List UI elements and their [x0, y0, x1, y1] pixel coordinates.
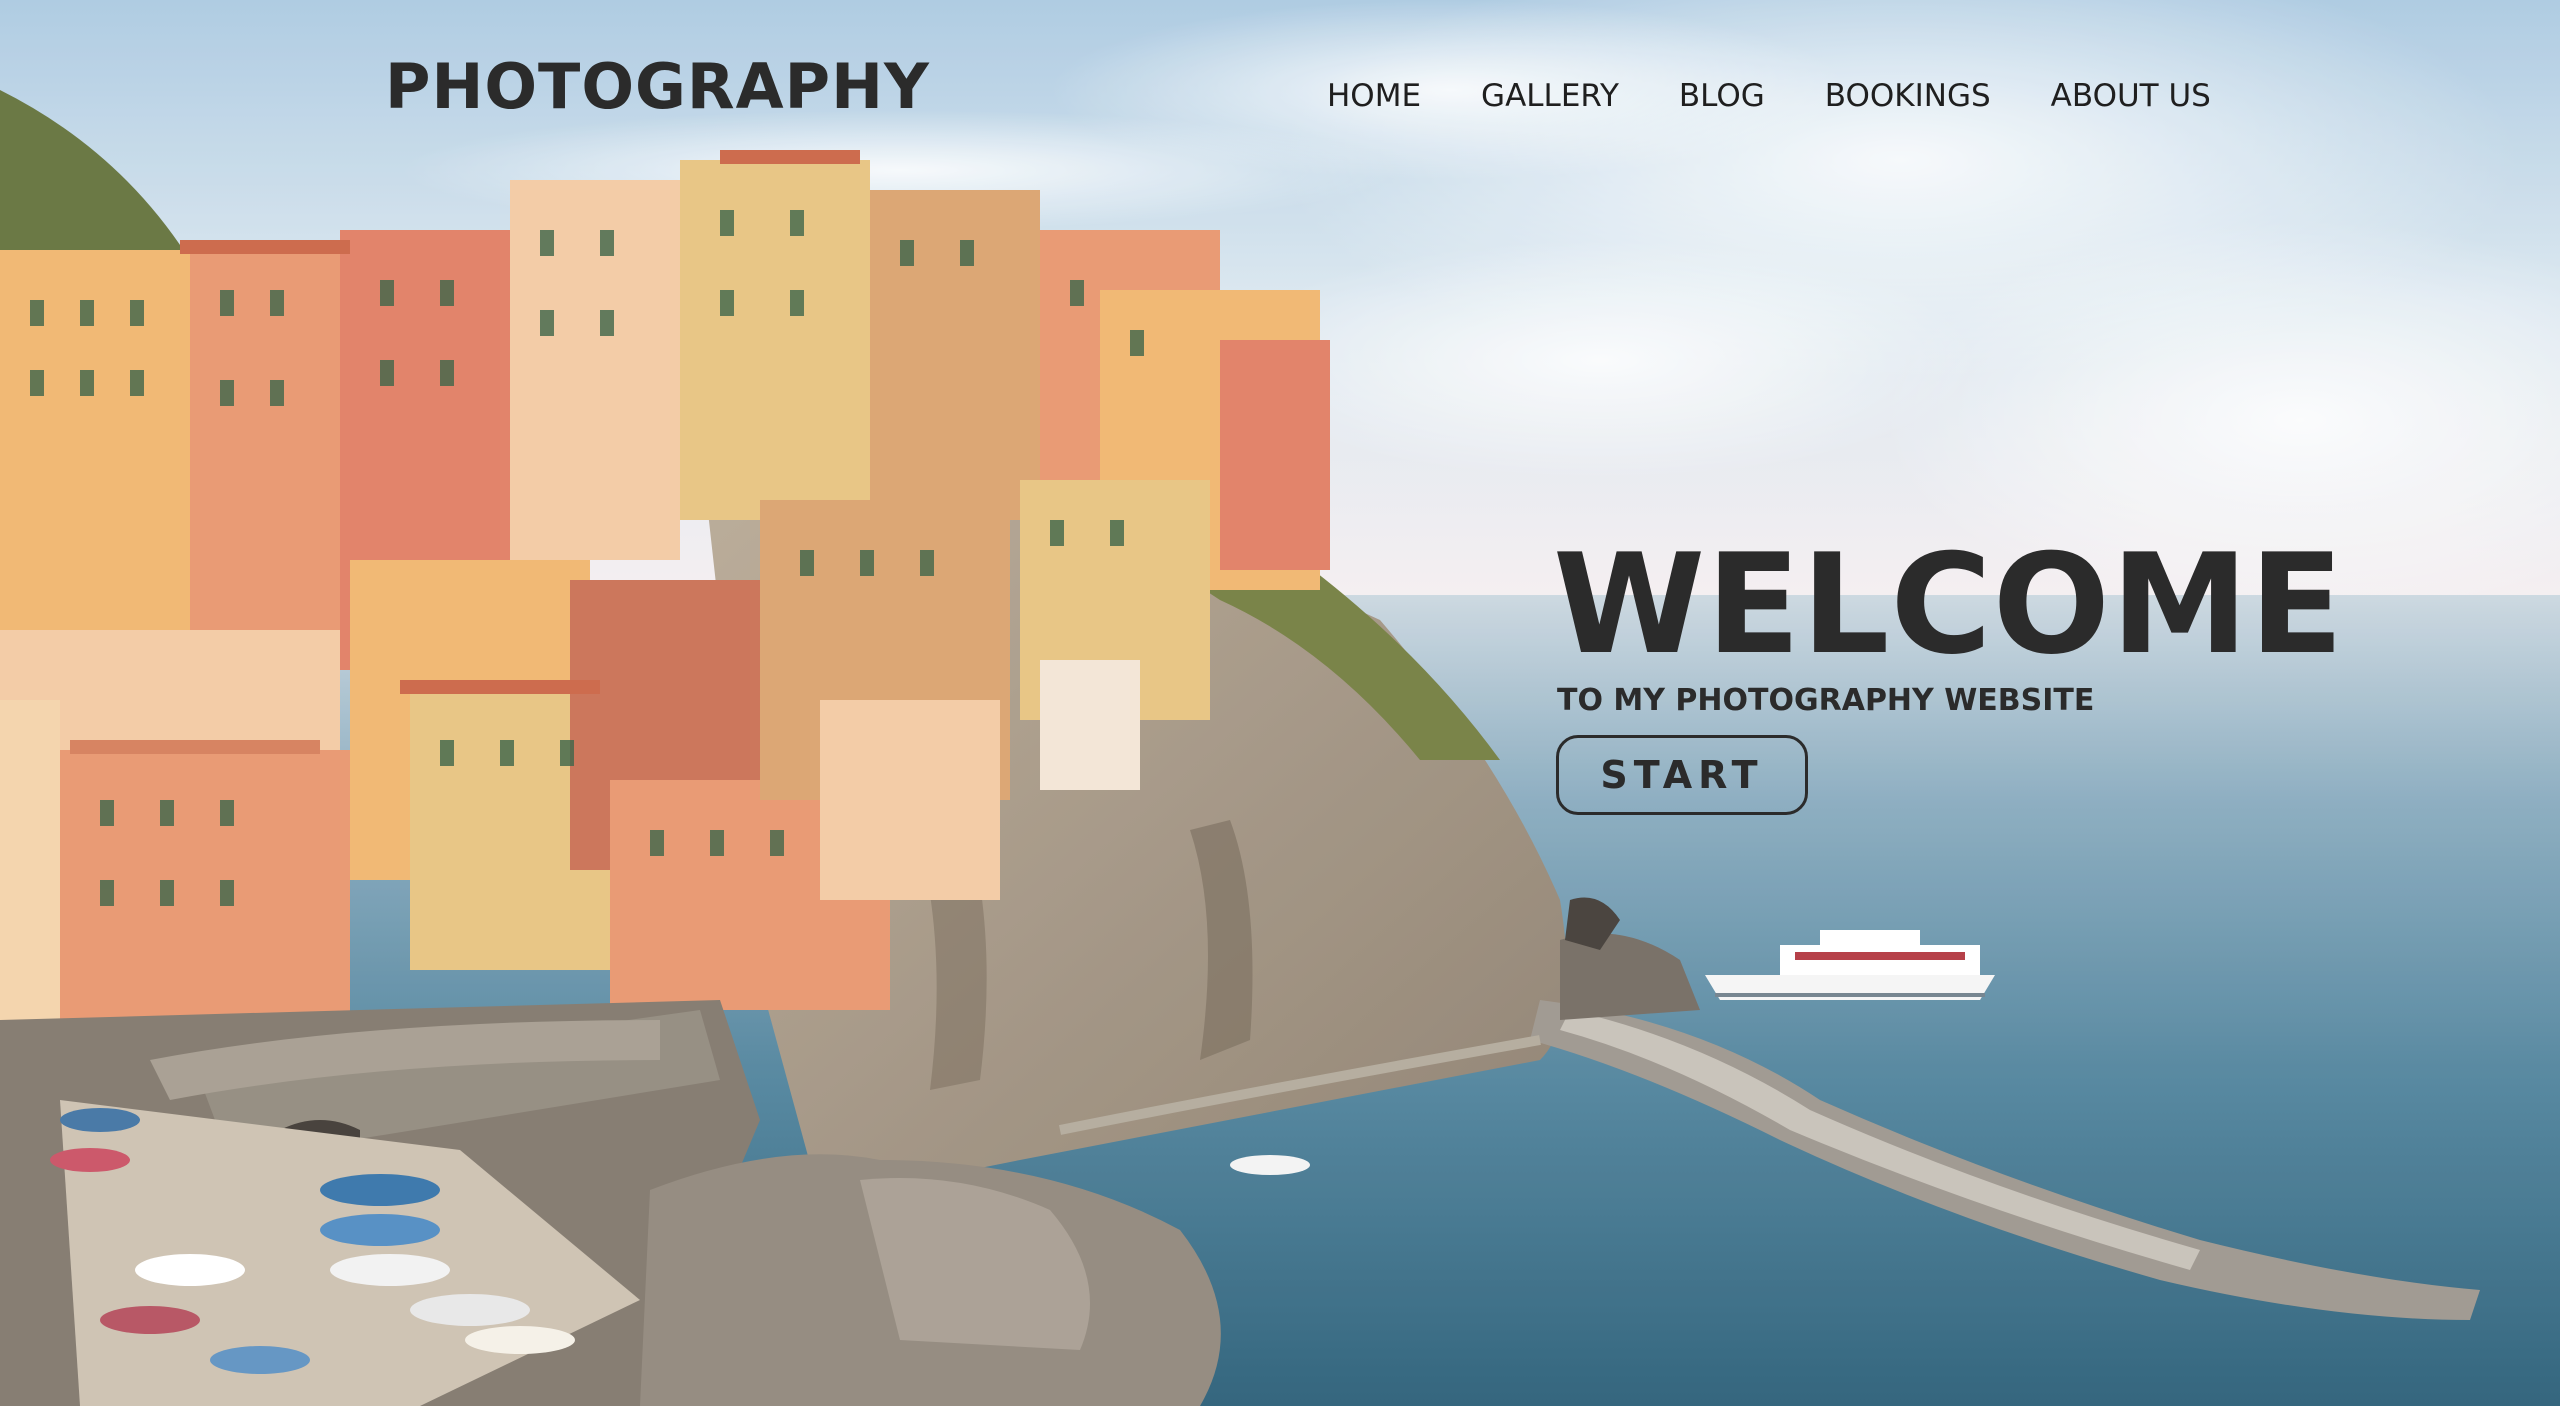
start-button[interactable]: START — [1556, 735, 1808, 815]
hero-subheading: TO MY PHOTOGRAPHY WEBSITE — [1557, 683, 2095, 718]
nav-about-us-link[interactable]: ABOUT US — [2051, 78, 2211, 114]
nav-bookings-link[interactable]: BOOKINGS — [1825, 78, 1991, 114]
site-logo[interactable]: PHOTOGRAPHY — [385, 50, 930, 123]
hero-background-image — [0, 0, 2560, 1406]
hero-heading: WELCOME — [1553, 524, 2345, 685]
nav-blog-link[interactable]: BLOG — [1679, 78, 1765, 114]
nav-home-link[interactable]: HOME — [1327, 78, 1421, 114]
nav-gallery-link[interactable]: GALLERY — [1481, 78, 1619, 114]
main-nav: HOME GALLERY BLOG BOOKINGS ABOUT US — [1327, 72, 2211, 120]
